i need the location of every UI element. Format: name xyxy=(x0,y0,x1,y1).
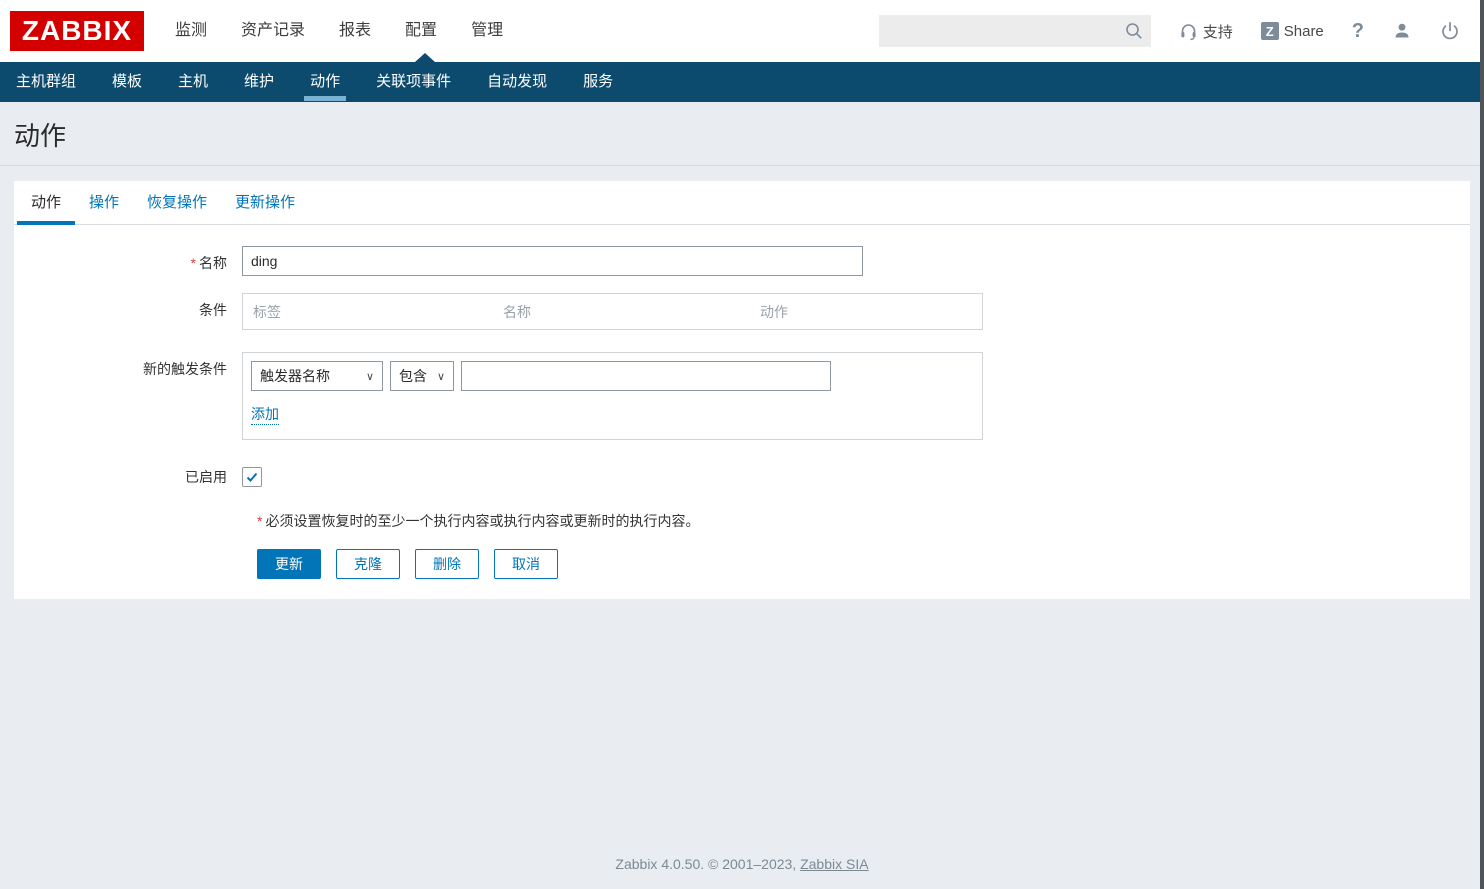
required-asterisk: * xyxy=(257,513,262,529)
headset-icon xyxy=(1179,22,1198,41)
name-label: *名称 xyxy=(14,246,242,273)
nav-reports[interactable]: 报表 xyxy=(339,0,371,62)
main-nav: 监测 资产记录 报表 配置 管理 xyxy=(175,0,503,62)
form-buttons: 更新 克隆 删除 取消 xyxy=(257,549,1470,579)
top-header: ZABBIX 监测 资产记录 报表 配置 管理 支持 Z Share xyxy=(0,0,1484,62)
nav-monitoring[interactable]: 监测 xyxy=(175,0,207,62)
footer-copyright: Zabbix 4.0.50. © 2001–2023, xyxy=(615,856,800,872)
nav-administration[interactable]: 管理 xyxy=(471,0,503,62)
conditions-header-label: 标签 xyxy=(243,302,503,322)
subnav-maintenance[interactable]: 维护 xyxy=(242,62,276,102)
tab-update-operations[interactable]: 更新操作 xyxy=(221,181,309,224)
new-condition-box: 触发器名称∨ 包含∨ 添加 xyxy=(242,352,983,440)
header-actions: 支持 Z Share ? xyxy=(879,15,1460,47)
config-subnav: 主机群组 模板 主机 维护 动作 关联项事件 自动发现 服务 xyxy=(0,62,1484,102)
search-icon[interactable] xyxy=(1125,22,1143,40)
form-warning: *必须设置恢复时的至少一个执行内容或执行内容或更新时的执行内容。 xyxy=(257,511,1470,531)
subnav-templates[interactable]: 模板 xyxy=(110,62,144,102)
clone-button[interactable]: 克隆 xyxy=(336,549,400,579)
cancel-button[interactable]: 取消 xyxy=(494,549,558,579)
condition-operator-select[interactable]: 包含∨ xyxy=(390,361,454,391)
z-square-icon: Z xyxy=(1261,22,1279,40)
global-search xyxy=(879,15,1151,47)
conditions-header-action: 动作 xyxy=(760,302,788,322)
support-label: 支持 xyxy=(1203,21,1233,42)
enabled-checkbox[interactable] xyxy=(242,467,262,487)
form-tabs: 动作 操作 恢复操作 更新操作 xyxy=(14,181,1470,225)
chevron-down-icon: ∨ xyxy=(366,370,374,383)
logout-button[interactable] xyxy=(1440,21,1460,41)
enabled-label: 已启用 xyxy=(14,467,242,487)
action-form-card: 动作 操作 恢复操作 更新操作 *名称 条件 标签 名称 动作 新的触发条件 触… xyxy=(14,181,1470,599)
name-row: *名称 xyxy=(14,246,1470,276)
check-icon xyxy=(245,470,259,484)
page-header: 动作 xyxy=(0,102,1484,166)
share-label: Share xyxy=(1284,23,1324,40)
enabled-row: 已启用 xyxy=(14,467,1470,487)
update-button[interactable]: 更新 xyxy=(257,549,321,579)
page-title: 动作 xyxy=(14,116,1484,153)
profile-button[interactable] xyxy=(1392,21,1412,41)
subnav-hosts[interactable]: 主机 xyxy=(176,62,210,102)
window-scrollbar[interactable] xyxy=(1480,0,1484,889)
footer-zabbix-sia-link[interactable]: Zabbix SIA xyxy=(800,856,868,872)
subnav-event-correlation[interactable]: 关联项事件 xyxy=(374,62,453,102)
tab-action[interactable]: 动作 xyxy=(17,181,75,224)
search-input[interactable] xyxy=(879,15,1117,47)
condition-type-select[interactable]: 触发器名称∨ xyxy=(251,361,383,391)
tab-operations[interactable]: 操作 xyxy=(75,181,133,224)
nav-inventory[interactable]: 资产记录 xyxy=(241,0,305,62)
conditions-row: 条件 标签 名称 动作 xyxy=(14,293,1470,330)
subnav-actions[interactable]: 动作 xyxy=(308,62,342,102)
add-condition-link[interactable]: 添加 xyxy=(251,404,279,425)
condition-value-input[interactable] xyxy=(461,361,831,391)
delete-button[interactable]: 删除 xyxy=(415,549,479,579)
share-link[interactable]: Z Share xyxy=(1261,22,1324,40)
new-condition-row: 新的触发条件 触发器名称∨ 包含∨ 添加 xyxy=(14,352,1470,440)
zabbix-logo[interactable]: ZABBIX xyxy=(10,11,144,51)
subnav-discovery[interactable]: 自动发现 xyxy=(485,62,549,102)
tab-recovery-operations[interactable]: 恢复操作 xyxy=(133,181,221,224)
conditions-label: 条件 xyxy=(14,293,242,320)
conditions-table: 标签 名称 动作 xyxy=(242,293,983,330)
subnav-host-groups[interactable]: 主机群组 xyxy=(14,62,78,102)
footer: Zabbix 4.0.50. © 2001–2023, Zabbix SIA xyxy=(0,856,1484,872)
subnav-services[interactable]: 服务 xyxy=(581,62,615,102)
chevron-down-icon: ∨ xyxy=(437,370,445,383)
person-icon xyxy=(1392,21,1412,41)
new-condition-label: 新的触发条件 xyxy=(14,352,242,379)
conditions-header-name: 名称 xyxy=(503,302,760,322)
name-input[interactable] xyxy=(242,246,863,276)
help-icon[interactable]: ? xyxy=(1352,20,1364,43)
support-link[interactable]: 支持 xyxy=(1179,21,1233,42)
required-asterisk: * xyxy=(191,255,196,271)
power-icon xyxy=(1440,21,1460,41)
